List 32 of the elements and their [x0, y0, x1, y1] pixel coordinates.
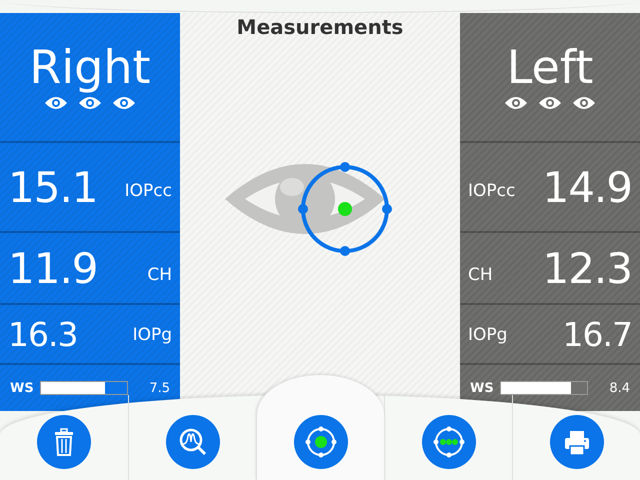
- ws-label: WS: [10, 380, 34, 396]
- measurement-value: 14.9: [542, 162, 632, 212]
- ws-reading: 7.5: [149, 380, 170, 396]
- measurement-value: 12.3: [542, 244, 632, 292]
- eye-icon: [572, 96, 596, 110]
- eye-panel[interactable]: Right 15.1 IOPcc 11.9 CH 16.3 IOPg WS 7.5: [0, 13, 180, 411]
- eye-icon: [78, 96, 102, 110]
- eye-panel[interactable]: Left IOPcc 14.9 CH 12.3 IOPg 16.7 WS 8.4: [460, 13, 640, 411]
- target-button[interactable]: [256, 375, 384, 480]
- measurement-label: IOPcc: [124, 181, 172, 203]
- measurement-value: 16.3: [8, 314, 78, 354]
- measurement-label: CH: [147, 265, 172, 287]
- measurement-label: CH: [468, 265, 493, 287]
- eye-icon: [538, 96, 562, 110]
- eye-icon: [112, 96, 136, 110]
- target-icon: [294, 415, 348, 469]
- trash-icon: [37, 415, 91, 469]
- printer-icon: [550, 415, 604, 469]
- eye-icon: [44, 96, 68, 110]
- measurement-label: IOPg: [468, 325, 508, 347]
- measurement-value: 11.9: [8, 244, 98, 292]
- measurement-label: IOPg: [132, 325, 172, 347]
- measurement-label: IOPcc: [468, 181, 516, 203]
- measurement-value: 15.1: [8, 162, 98, 212]
- screen-title: Measurements: [236, 15, 404, 39]
- panel-heading: Left: [506, 44, 594, 90]
- ws-reading: 8.4: [609, 380, 630, 396]
- ws-label: WS: [470, 380, 494, 396]
- measurement-value: 16.7: [562, 314, 632, 354]
- waveform-search-icon: [166, 415, 220, 469]
- eye-icon: [504, 96, 528, 110]
- dots-target-icon: [422, 415, 476, 469]
